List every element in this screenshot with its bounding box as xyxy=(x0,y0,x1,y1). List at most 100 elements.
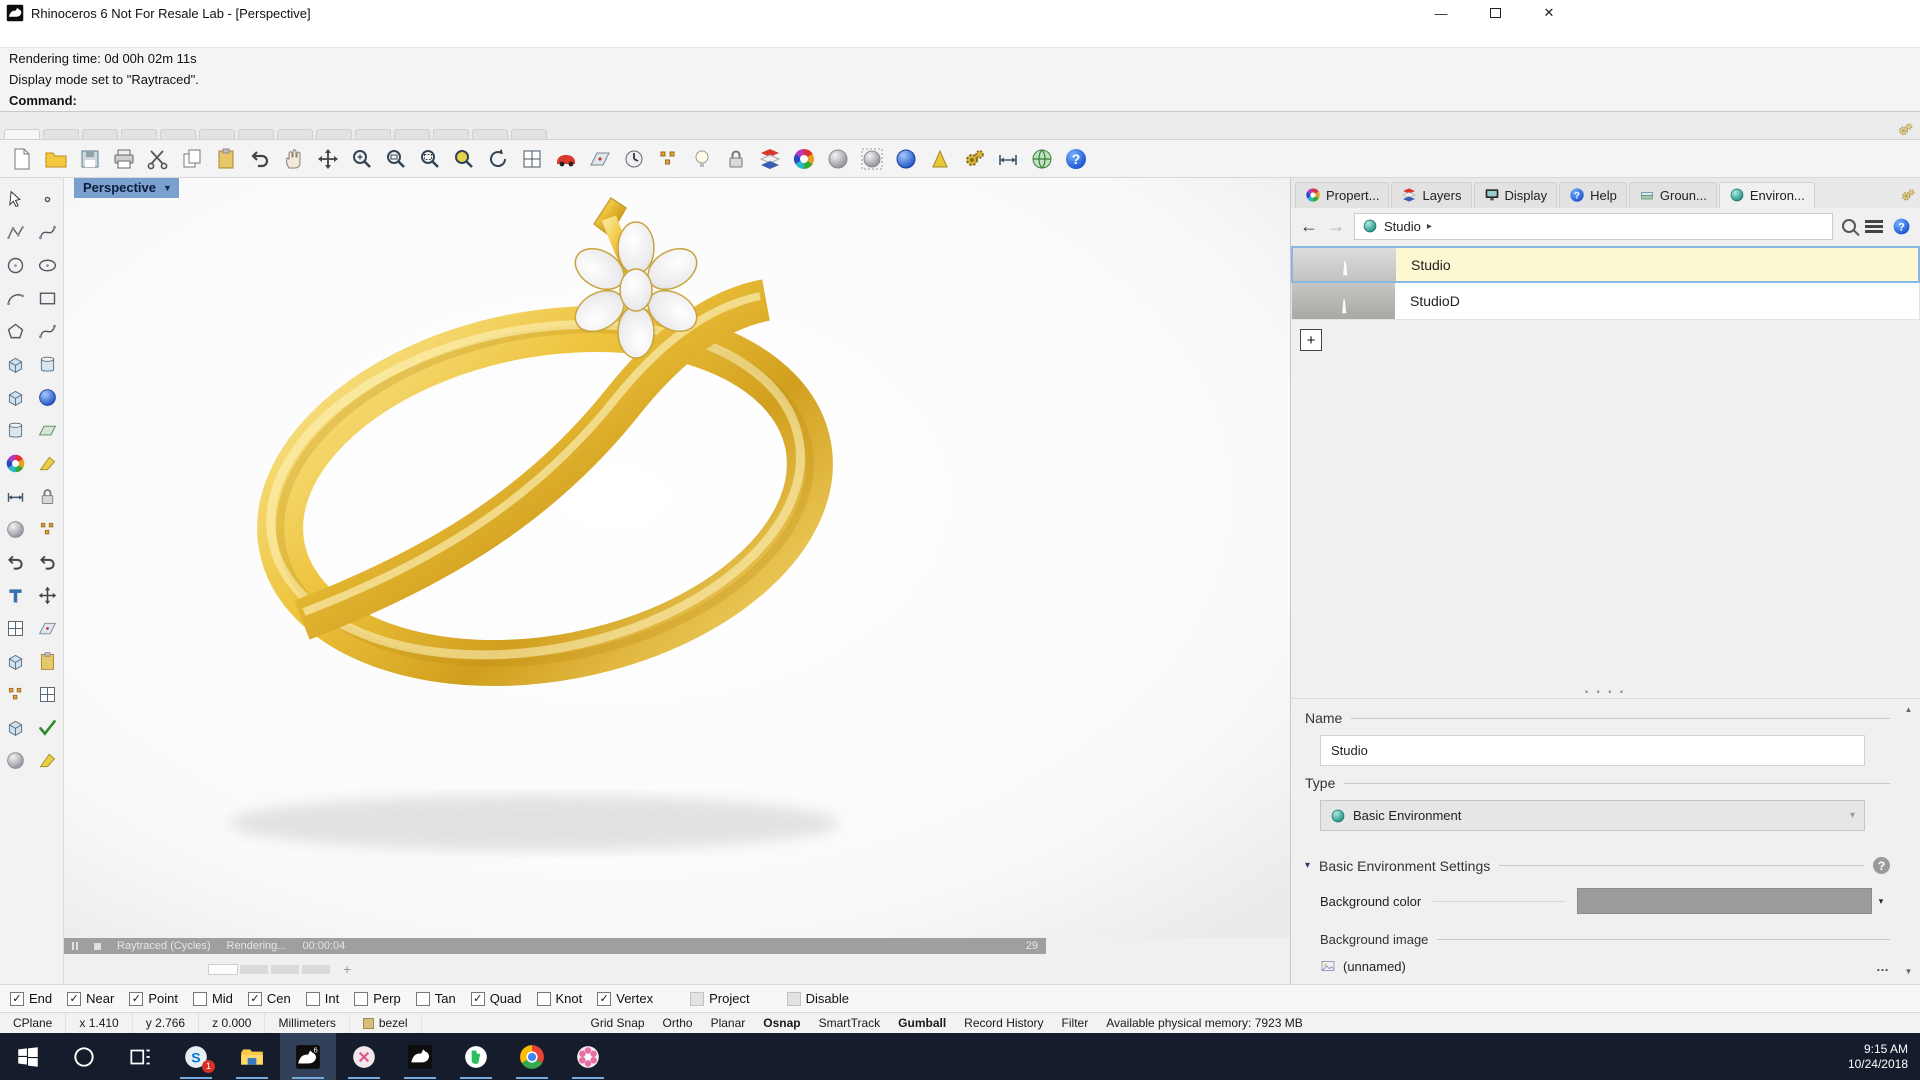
tab-cplanes[interactable] xyxy=(43,129,79,139)
toggle-grid-snap[interactable]: Grid Snap xyxy=(582,1016,654,1030)
viewport-layout-icon[interactable] xyxy=(515,143,548,175)
pan-icon[interactable] xyxy=(277,143,310,175)
layer-arrange-tool-icon[interactable] xyxy=(34,648,60,674)
tab-mesh-tools[interactable] xyxy=(433,129,469,139)
tab-render-tools[interactable] xyxy=(472,129,508,139)
sketch-pen-tool-icon[interactable] xyxy=(34,450,60,476)
current-layer-cell[interactable]: bezel xyxy=(350,1013,422,1033)
paste-icon[interactable] xyxy=(209,143,242,175)
status-x[interactable]: x 1.410 xyxy=(66,1013,132,1033)
viewport-menu-arrow-icon[interactable]: ▼ xyxy=(163,183,172,193)
save-icon[interactable] xyxy=(73,143,106,175)
panel-tab-properties[interactable]: Propert... xyxy=(1295,182,1389,208)
add-environment-button[interactable]: + xyxy=(1300,329,1322,351)
osnap-disable[interactable]: Disable xyxy=(787,991,849,1006)
tab-transform[interactable] xyxy=(277,129,313,139)
help-icon[interactable] xyxy=(1059,143,1092,175)
color-dropdown-icon[interactable]: ▾ xyxy=(1872,888,1890,914)
menu-dimension[interactable] xyxy=(104,36,118,38)
dimension-icon[interactable] xyxy=(991,143,1024,175)
lights-icon[interactable] xyxy=(685,143,718,175)
search-icon[interactable] xyxy=(1842,219,1856,233)
snipping-app-button[interactable] xyxy=(336,1033,392,1080)
tab-select[interactable] xyxy=(160,129,196,139)
check-tool-icon[interactable] xyxy=(34,714,60,740)
evernote-app-button[interactable] xyxy=(448,1033,504,1080)
polyline-tool-icon[interactable] xyxy=(3,219,29,245)
render-sphere-tool-icon[interactable] xyxy=(3,516,29,542)
undo-icon[interactable] xyxy=(243,143,276,175)
menu-view[interactable] xyxy=(34,36,48,38)
render-viewport[interactable] xyxy=(64,178,1290,938)
cplane-icon[interactable] xyxy=(583,143,616,175)
environment-item-studiod[interactable]: StudioD xyxy=(1291,283,1920,320)
wireframe-box-tool-icon[interactable] xyxy=(3,714,29,740)
cut-icon[interactable] xyxy=(141,143,174,175)
chrome-app-button[interactable] xyxy=(504,1033,560,1080)
tab-set-view[interactable] xyxy=(82,129,118,139)
settings-scrollbar[interactable]: ▲▼ xyxy=(1902,705,1915,976)
status-units[interactable]: Millimeters xyxy=(265,1013,349,1033)
toggle-smarttrack[interactable]: SmartTrack xyxy=(810,1016,890,1030)
rhino-alt-app-button[interactable] xyxy=(392,1033,448,1080)
toggle-filter[interactable]: Filter xyxy=(1053,1016,1098,1030)
panel-help-icon[interactable] xyxy=(1892,217,1911,236)
viewport-tab-top[interactable] xyxy=(240,965,268,974)
print-icon[interactable] xyxy=(107,143,140,175)
polygon-tool-icon[interactable] xyxy=(3,318,29,344)
background-image-row[interactable]: (unnamed) … xyxy=(1320,958,1890,974)
zoom-window-icon[interactable] xyxy=(379,143,412,175)
environment-type-dropdown[interactable]: Basic Environment ▾ xyxy=(1320,800,1865,831)
undo-view-change-icon[interactable] xyxy=(481,143,514,175)
stop-render-icon[interactable] xyxy=(94,943,101,950)
menu-paneling-tools[interactable] xyxy=(188,36,202,38)
menu-solid[interactable] xyxy=(76,36,90,38)
move-points-tool-icon[interactable] xyxy=(34,582,60,608)
basic-environment-settings-header[interactable]: ▾ Basic Environment Settings ? xyxy=(1305,857,1890,874)
points-on-icon[interactable] xyxy=(651,143,684,175)
menu-surface[interactable] xyxy=(62,36,76,38)
jewelry-app-button[interactable] xyxy=(560,1033,616,1080)
earth-icon[interactable] xyxy=(1025,143,1058,175)
menu-panels[interactable] xyxy=(174,36,188,38)
menu-visualarq[interactable] xyxy=(230,36,244,38)
environment-name-input[interactable] xyxy=(1320,735,1865,766)
ellipse-tool-icon[interactable] xyxy=(34,252,60,278)
browse-image-button[interactable]: … xyxy=(1876,959,1890,974)
panel-splitter[interactable]: • • • • xyxy=(1291,686,1920,698)
point-grid-tool-icon[interactable] xyxy=(3,681,29,707)
toggle-planar[interactable]: Planar xyxy=(702,1016,755,1030)
wedge-tool-icon[interactable] xyxy=(34,747,60,773)
osnap-tan[interactable]: Tan xyxy=(416,991,456,1006)
surface-plane-tool-icon[interactable] xyxy=(34,417,60,443)
stack-tool-icon[interactable] xyxy=(3,648,29,674)
menu-mesh[interactable] xyxy=(90,36,104,38)
menu-transform[interactable] xyxy=(118,36,132,38)
pause-render-icon[interactable] xyxy=(72,942,78,950)
environment-item-studio[interactable]: Studio xyxy=(1291,246,1920,283)
history-dial-icon[interactable] xyxy=(617,143,650,175)
open-file-icon[interactable] xyxy=(39,143,72,175)
viewport-tab-right[interactable] xyxy=(302,965,330,974)
point-tool-icon[interactable] xyxy=(34,186,60,212)
osnap-int[interactable]: Int xyxy=(306,991,339,1006)
viewport-title[interactable]: Perspective ▼ xyxy=(74,178,179,198)
tab-solid-tools[interactable] xyxy=(394,129,430,139)
tab-display[interactable] xyxy=(121,129,157,139)
tab-standard[interactable] xyxy=(4,129,40,139)
tab-curve-tools[interactable] xyxy=(316,129,352,139)
arc-tool-icon[interactable] xyxy=(3,285,29,311)
new-file-icon[interactable] xyxy=(5,143,38,175)
curve-hook-tool-icon[interactable] xyxy=(3,549,29,575)
status-memory[interactable]: Available physical memory: 7923 MB xyxy=(1097,1016,1312,1030)
osnap-perp[interactable]: Perp xyxy=(354,991,400,1006)
cylinder-tool-icon[interactable] xyxy=(34,351,60,377)
solid-tools-icon[interactable] xyxy=(3,384,29,410)
tube-tool-icon[interactable] xyxy=(3,417,29,443)
osnap-near[interactable]: Near xyxy=(67,991,114,1006)
maximize-button[interactable] xyxy=(1480,3,1510,23)
corner-sphere-tool-icon[interactable] xyxy=(3,747,29,773)
osnap-mid[interactable]: Mid xyxy=(193,991,233,1006)
osnap-cen[interactable]: Cen xyxy=(248,991,291,1006)
section-help-icon[interactable]: ? xyxy=(1873,857,1890,874)
